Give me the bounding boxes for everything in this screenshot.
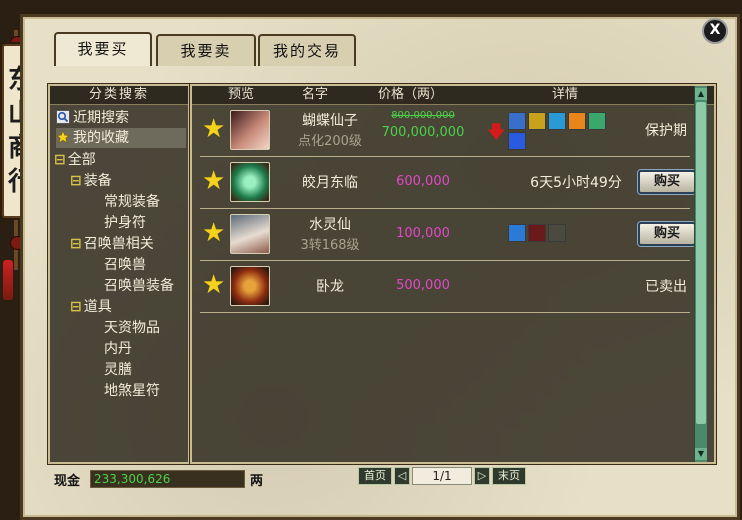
favorite-star-icon[interactable]: ★ <box>202 220 228 246</box>
listing-header: 预览 名字 价格（两） 详情 <box>192 86 714 105</box>
favorite-star-icon[interactable]: ★ <box>202 168 228 194</box>
header-name: 名字 <box>302 87 329 102</box>
header-preview: 预览 <box>228 87 255 102</box>
tree-item-label: 近期搜索 <box>73 110 129 126</box>
tree-item-label: 我的收藏 <box>73 130 129 146</box>
skill-icon[interactable] <box>548 224 566 242</box>
price-down-arrow-icon: 🡇 <box>487 122 506 143</box>
collapse-icon[interactable]: ⊟ <box>54 152 66 168</box>
listing-row[interactable]: ★ 皎月东临 600,000 6天5小时49分 购买 <box>200 158 696 209</box>
tree-item-talent-items[interactable]: 天资物品 <box>104 318 160 338</box>
cash-label: 现金 <box>54 474 81 489</box>
favorite-star-icon[interactable]: ★ <box>202 116 228 142</box>
tree-item-amulet[interactable]: 护身符 <box>104 213 146 233</box>
tree-item-items[interactable]: ⊟ 道具 <box>70 297 112 317</box>
game-window: 东 山 商 行 X 我要买 我要卖 我的交易 分类搜索 近期搜索 我的收藏 ⊟全… <box>0 0 742 520</box>
prev-page-icon[interactable]: ◁ <box>394 467 410 485</box>
item-name: 卧龙 <box>316 279 344 295</box>
jade-item-avatar <box>230 162 270 202</box>
item-price: 500,000 <box>396 278 450 293</box>
cash-unit: 两 <box>250 474 264 489</box>
tree-item-label: 装备 <box>83 173 112 189</box>
first-page-button[interactable]: 首页 <box>358 467 392 485</box>
skill-icon[interactable] <box>508 132 526 150</box>
tree-item-label: 全部 <box>67 152 96 168</box>
item-name: 皎月东临 <box>302 175 358 191</box>
skill-icon[interactable] <box>528 224 546 242</box>
tab-buy[interactable]: 我要买 <box>54 32 152 66</box>
page-info: 1/1 <box>412 467 472 485</box>
tree-item-star-talisman[interactable]: 地煞星符 <box>104 381 160 401</box>
item-price: 700,000,000 <box>381 125 465 140</box>
star-icon <box>56 130 70 144</box>
item-name: 水灵仙 <box>309 217 351 233</box>
listing-panel: 预览 名字 价格（两） 详情 ★ 蝴蝶仙子 点化200级 800,000,000… <box>190 84 716 464</box>
time-remaining: 6天5小时49分 <box>530 175 622 191</box>
tree-item-recent-search[interactable]: 近期搜索 <box>56 108 184 128</box>
next-page-icon[interactable]: ▷ <box>474 467 490 485</box>
scroll-down-icon[interactable]: ▼ <box>695 448 707 460</box>
category-header: 分类搜索 <box>50 86 188 105</box>
search-icon <box>56 110 70 124</box>
last-page-button[interactable]: 末页 <box>492 467 526 485</box>
collapse-icon[interactable]: ⊟ <box>70 299 82 315</box>
tree-item-food[interactable]: 灵膳 <box>104 360 132 380</box>
item-name: 蝴蝶仙子 <box>302 113 358 129</box>
tree-item-favorites[interactable]: 我的收藏 <box>56 128 186 148</box>
tree-item-summon[interactable]: 召唤兽 <box>104 255 146 275</box>
listing-row[interactable]: ★ 蝴蝶仙子 点化200级 800,000,000 700,000,000 🡇 … <box>200 106 690 157</box>
scroll-thumb[interactable] <box>696 102 706 424</box>
item-price: 600,000 <box>396 174 450 189</box>
listing-row[interactable]: ★ 水灵仙 3转168级 100,000 购买 <box>200 210 696 261</box>
item-status: 已卖出 <box>645 279 687 295</box>
skill-icon[interactable] <box>528 112 546 130</box>
favorite-star-icon[interactable]: ★ <box>202 272 228 298</box>
tree-item-all[interactable]: ⊟ 全部 <box>54 150 96 170</box>
skill-icon[interactable] <box>508 224 526 242</box>
buy-button[interactable]: 购买 <box>638 170 696 194</box>
collapse-icon[interactable]: ⊟ <box>70 236 82 252</box>
tree-item-equipment[interactable]: ⊟ 装备 <box>70 171 112 191</box>
category-panel: 分类搜索 近期搜索 我的收藏 ⊟ 全部 ⊟ 装备 常规装备 护身符 ⊟ 召唤兽相关 召… <box>48 84 190 464</box>
tree-item-label: 道具 <box>83 299 112 315</box>
header-detail: 详情 <box>552 87 579 102</box>
skill-icon[interactable] <box>548 112 566 130</box>
skill-icon[interactable] <box>568 112 586 130</box>
dragon-item-avatar <box>230 266 270 306</box>
item-level: 点化200级 <box>298 134 362 149</box>
listing-scrollbar[interactable]: ▲ ▼ <box>694 86 707 462</box>
tree-item-label: 召唤兽相关 <box>83 236 154 252</box>
skill-icon[interactable] <box>508 112 526 130</box>
tab-my-trades[interactable]: 我的交易 <box>258 34 356 66</box>
buy-button[interactable]: 购买 <box>638 222 696 246</box>
tab-sell[interactable]: 我要卖 <box>156 34 256 66</box>
cash-value: 233,300,626 <box>90 470 245 488</box>
header-price: 价格（两） <box>378 87 444 102</box>
old-price: 800,000,000 <box>391 110 455 121</box>
sign-tassel <box>3 260 13 300</box>
item-price: 100,000 <box>396 226 450 241</box>
close-button[interactable]: X <box>702 18 728 44</box>
listing-rows: ★ 蝴蝶仙子 点化200级 800,000,000 700,000,000 🡇 … <box>192 106 696 458</box>
tree-item-summon-equipment[interactable]: 召唤兽装备 <box>104 276 174 296</box>
scroll-up-icon[interactable]: ▲ <box>695 88 707 100</box>
collapse-icon[interactable]: ⊟ <box>70 173 82 189</box>
butterfly-fairy-avatar <box>230 110 270 150</box>
skill-icon[interactable] <box>588 112 606 130</box>
item-level: 3转168级 <box>300 238 360 253</box>
listing-row[interactable]: ★ 卧龙 500,000 已卖出 <box>200 262 690 313</box>
tree-item-inner-core[interactable]: 内丹 <box>104 339 132 359</box>
item-status: 保护期 <box>645 123 687 139</box>
water-fairy-avatar <box>230 214 270 254</box>
tree-item-summon-related[interactable]: ⊟ 召唤兽相关 <box>70 234 154 254</box>
tree-item-regular-equipment[interactable]: 常规装备 <box>104 192 160 212</box>
